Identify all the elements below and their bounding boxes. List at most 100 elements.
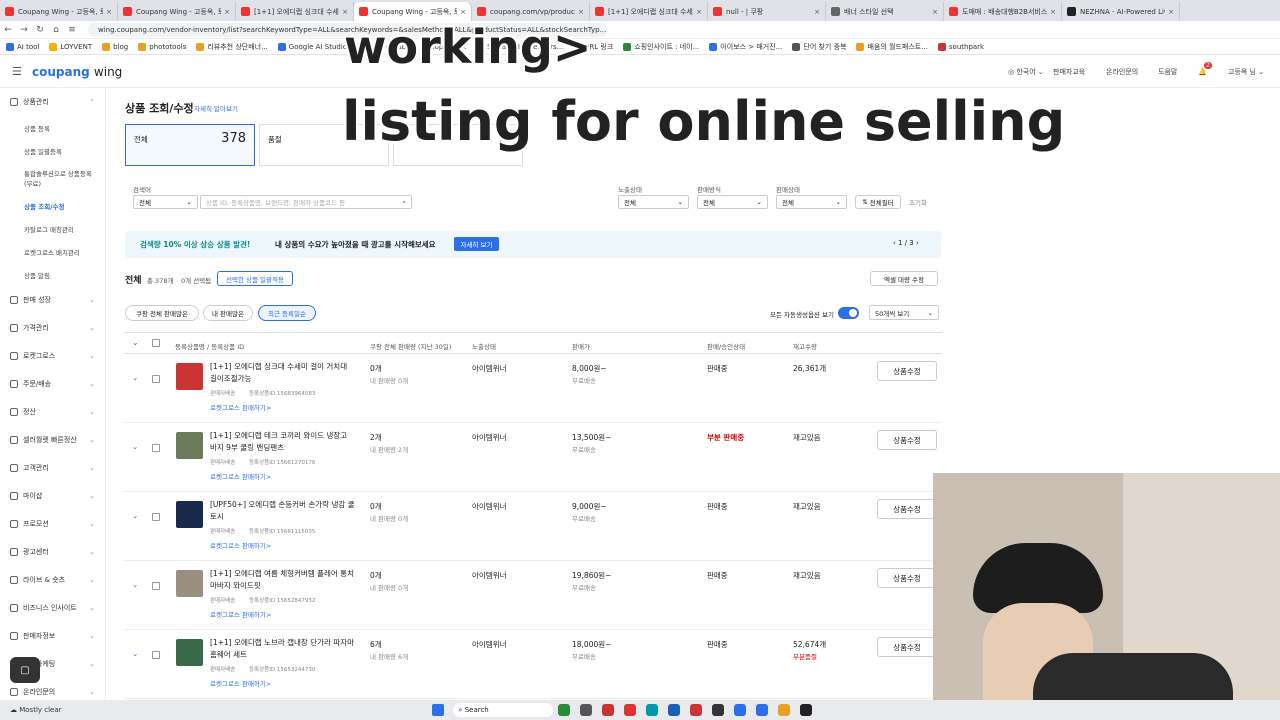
sidebar-item[interactable]: 주문/배송 ⌄	[0, 370, 105, 398]
product-thumbnail[interactable]	[176, 501, 203, 528]
filter-expose-select[interactable]: 전체 ⌄	[618, 195, 689, 209]
sort-coupang-sales[interactable]: 쿠팡 전체 판매많은	[125, 305, 199, 321]
product-thumbnail[interactable]	[176, 570, 203, 597]
site-info-icon[interactable]: ≡	[64, 25, 80, 35]
browser-tab[interactable]: [1+1] 오에디랩 싱크대 수세미 걸이×	[590, 2, 708, 21]
bell-icon[interactable]: 🔔 2	[1198, 56, 1212, 88]
close-icon[interactable]: ×	[578, 8, 584, 16]
sidebar-item[interactable]: 비즈니스 인사이트 ⌄	[0, 594, 105, 622]
sidebar-item[interactable]: 광고센터 ⌄	[0, 538, 105, 566]
sidebar-subitem[interactable]: 통합솔루션으로 상품등록 (무료)	[0, 162, 105, 194]
summary-card-all[interactable]: 전체 378	[125, 124, 255, 166]
edit-product-button[interactable]: 상품수정	[877, 430, 937, 450]
app-icon-9[interactable]	[733, 704, 746, 716]
taskbar-search[interactable]: ⌕ Search	[452, 703, 553, 717]
sidebar-item[interactable]: 판매자정보 ⌄	[0, 622, 105, 650]
edit-product-button[interactable]: 상품수정	[877, 568, 937, 588]
sidebar-item[interactable]: 셀러월렛 빠른정산 ⌄	[0, 426, 105, 454]
sidebar-item[interactable]: 로켓그로스 ⌄	[0, 342, 105, 370]
expand-row-icon[interactable]: ⌄	[132, 442, 138, 451]
menu-online-inquiry[interactable]: 온라인문의	[1106, 56, 1138, 88]
sidebar-subitem[interactable]: 상품 등록	[0, 116, 105, 139]
sidebar-subitem[interactable]: 로켓그로스 배치관리	[0, 240, 105, 263]
sidebar-subitem[interactable]: 상품 알림	[0, 263, 105, 286]
app-icon-2[interactable]	[579, 704, 592, 716]
banner-pager[interactable]: ‹ 1 / 3 ›	[893, 239, 919, 247]
row-checkbox[interactable]	[152, 375, 160, 383]
rocket-growth-link[interactable]: 로켓그로스 판매하기>	[210, 471, 271, 481]
bookmark-item[interactable]: phototools	[138, 42, 186, 51]
app-icon-3[interactable]	[601, 704, 614, 716]
app-icon-10[interactable]	[755, 704, 768, 716]
browser-tab[interactable]: Coupang Wing - 고등옥, 토이×	[354, 2, 472, 21]
filter-method-select[interactable]: 전체 ⌄	[697, 195, 768, 209]
expand-row-icon[interactable]: ⌄	[132, 373, 138, 382]
forward-icon[interactable]: →	[16, 25, 32, 35]
close-icon[interactable]: ×	[224, 8, 230, 16]
filter-status-select[interactable]: 전체 ⌄	[776, 195, 847, 209]
user-menu[interactable]: 고등옥 님 ⌄	[1228, 56, 1264, 88]
close-icon[interactable]: ×	[106, 8, 112, 16]
close-icon[interactable]: ×	[1168, 8, 1174, 16]
bookmark-item[interactable]: 단어 찾기 중복	[792, 42, 846, 52]
language-select[interactable]: ◎ 한국어 ⌄	[1008, 56, 1044, 88]
sidebar-item[interactable]: 판매 성장 ⌄	[0, 286, 105, 314]
row-checkbox[interactable]	[152, 582, 160, 590]
app-icon-8[interactable]	[711, 704, 724, 716]
sidebar-subitem[interactable]: 상품 조회/수정	[0, 194, 105, 217]
close-icon[interactable]: ×	[814, 8, 820, 16]
bulk-apply-button[interactable]: 선택한 상품 일괄적용	[217, 271, 293, 286]
browser-tab[interactable]: 배너 스타일 선택 ×	[826, 2, 944, 21]
app-icon-7[interactable]	[689, 704, 702, 716]
banner-detail-button[interactable]: 자세히 보기	[454, 237, 499, 251]
product-name[interactable]: [1+1] 오에디랩 테크 코끼리 와이드 냉장고 바지 9부 쿨링 밴딩팬츠	[210, 430, 355, 454]
search-icon[interactable]: ⌕	[402, 198, 406, 207]
bookmark-item[interactable]: Google AI Studio	[277, 42, 347, 51]
bookmark-item[interactable]: 배움의 월드패스트...	[856, 42, 928, 52]
bookmark-item[interactable]: LOYVENT	[49, 42, 92, 51]
app-icon-1[interactable]	[557, 704, 570, 716]
rocket-growth-link[interactable]: 로켓그로스 판매하기>	[210, 609, 271, 619]
app-icon-4[interactable]	[623, 704, 636, 716]
close-icon[interactable]: ×	[932, 8, 938, 16]
edit-product-button[interactable]: 상품수정	[877, 637, 937, 657]
bookmark-item[interactable]: southpark	[937, 42, 984, 51]
bookmark-item[interactable]: blog	[102, 42, 128, 51]
sidebar-item[interactable]: 고객관리 ⌄	[0, 454, 105, 482]
edit-product-button[interactable]: 상품수정	[877, 499, 937, 519]
excel-edit-button[interactable]: 엑셀 대량 수정	[870, 271, 938, 286]
sidebar-item[interactable]: 정산 ⌄	[0, 398, 105, 426]
browser-tab[interactable]: Coupang Wing - 고등옥, 토이벤트×	[118, 2, 236, 21]
reload-icon[interactable]: ↻	[32, 25, 48, 35]
rocket-growth-link[interactable]: 로켓그로스 판매하기>	[210, 402, 271, 412]
app-icon-11[interactable]	[777, 704, 790, 716]
sidebar-item[interactable]: 가격관리 ⌄	[0, 314, 105, 342]
browser-tab[interactable]: coupang.com/vp/products/67590×	[472, 2, 590, 21]
per-page-select[interactable]: 50개씩 보기 ⌄	[869, 305, 939, 320]
logo[interactable]: coupang wing	[32, 65, 122, 79]
all-filter-button[interactable]: ⇅ 전체필터	[855, 195, 901, 209]
product-name[interactable]: [UPF50+] 오에디랩 손등커버 손가락 냉감 쿨토시	[210, 499, 355, 523]
rocket-growth-link[interactable]: 로켓그로스 판매하기>	[210, 678, 271, 688]
row-checkbox[interactable]	[152, 513, 160, 521]
reset-button[interactable]: 초기화	[904, 195, 932, 209]
product-name[interactable]: [1+1] 오에디랩 여름 체형커버템 플레어 통치마바지 와이드핏	[210, 568, 355, 592]
chat-icon[interactable]: ▢	[10, 657, 40, 683]
row-checkbox[interactable]	[152, 651, 160, 659]
back-icon[interactable]: ←	[0, 25, 16, 35]
expand-row-icon[interactable]: ⌄	[132, 649, 138, 658]
sidebar-item[interactable]: 마이샵 ⌄	[0, 482, 105, 510]
expand-row-icon[interactable]: ⌄	[132, 580, 138, 589]
sidebar-subitem[interactable]: 상품 일괄등록	[0, 139, 105, 162]
bookmark-item[interactable]: 쇼핑인사이트 : 네이...	[623, 42, 699, 52]
product-name[interactable]: [1+1] 오에디랩 싱크대 수세미 걸이 거치대 길이조절가능	[210, 361, 355, 385]
sidebar-subitem[interactable]: 카탈로그 매칭관리	[0, 217, 105, 240]
search-type-select[interactable]: 전체 ⌄	[133, 195, 198, 209]
app-icon-5[interactable]	[645, 704, 658, 716]
close-icon[interactable]: ×	[696, 8, 702, 16]
product-thumbnail[interactable]	[176, 639, 203, 666]
windows-start-icon[interactable]	[431, 704, 444, 716]
help-link[interactable]: 자세히 알아보기	[194, 103, 238, 113]
edit-product-button[interactable]: 상품수정	[877, 361, 937, 381]
sidebar-item[interactable]: 프로모션 ⌄	[0, 510, 105, 538]
